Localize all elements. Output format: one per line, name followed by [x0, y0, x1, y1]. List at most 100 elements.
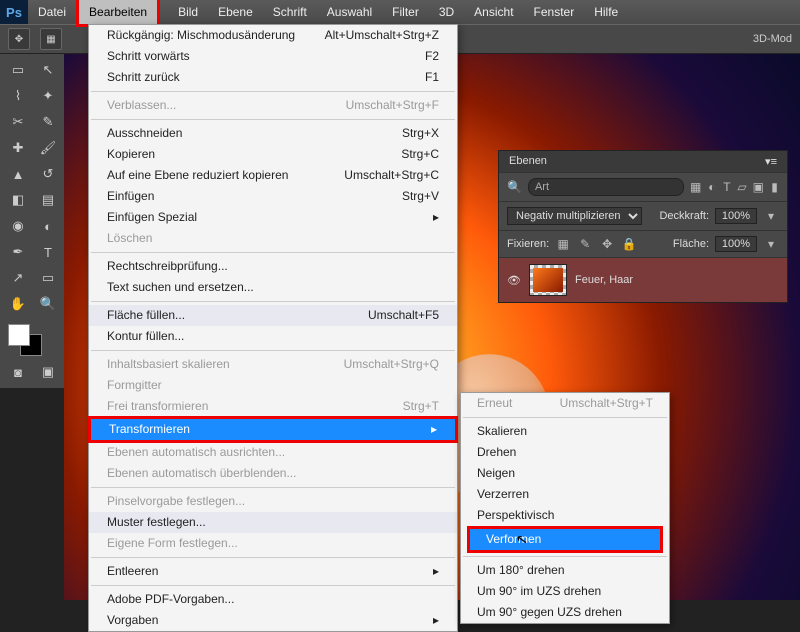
- menu-hilfe[interactable]: Hilfe: [584, 0, 628, 24]
- color-swatches[interactable]: [4, 322, 62, 358]
- filter-image-icon[interactable]: ▦: [690, 179, 701, 195]
- filter-type-icon[interactable]: T: [722, 179, 731, 195]
- menu-item-formgitter: Formgitter: [89, 375, 457, 396]
- transform-submenu: ErneutUmschalt+Strg+T SkalierenDrehenNeig…: [460, 392, 670, 624]
- menu-item-ausschneiden[interactable]: AusschneidenStrg+X: [89, 123, 457, 144]
- wand-tool[interactable]: ✦: [34, 84, 62, 108]
- menu-item-r-ckg-ngig-mischmodus-nderung[interactable]: Rückgängig: MischmodusänderungAlt+Umscha…: [89, 25, 457, 46]
- menu-item-ebenen-automatisch-ausrichten: Ebenen automatisch ausrichten...: [89, 442, 457, 463]
- menu-item-schritt-vorw-rts[interactable]: Schritt vorwärtsF2: [89, 46, 457, 67]
- filter-shape-icon[interactable]: ▱: [737, 179, 746, 195]
- visibility-icon[interactable]: 👁: [507, 274, 521, 287]
- move-tool-icon[interactable]: ✥: [8, 28, 30, 50]
- lock-brush-icon[interactable]: ✎: [577, 236, 593, 252]
- lasso-tool[interactable]: ⌇: [4, 84, 32, 108]
- menu-item-fl-che-f-llen[interactable]: Fläche füllen...Umschalt+F5: [89, 305, 457, 326]
- heal-tool[interactable]: ✚: [4, 136, 32, 160]
- menu-item-entleeren[interactable]: Entleeren ▸: [89, 561, 457, 582]
- lock-move-icon[interactable]: ✥: [599, 236, 615, 252]
- menu-item-rechtschreibpr-fung[interactable]: Rechtschreibprüfung...: [89, 256, 457, 277]
- submenu-item-drehen[interactable]: Drehen: [461, 442, 669, 463]
- type-tool[interactable]: T: [34, 240, 62, 264]
- menu-datei[interactable]: Datei: [28, 0, 76, 24]
- menu-item-einf-gen-spezial[interactable]: Einfügen Spezial ▸: [89, 207, 457, 228]
- menu-item-inhaltsbasiert-skalieren: Inhaltsbasiert skalierenUmschalt+Strg+Q: [89, 354, 457, 375]
- filter-adjust-icon[interactable]: ◐: [707, 179, 716, 195]
- pen-tool[interactable]: ✒: [4, 240, 32, 264]
- submenu-item-verformen[interactable]: Verformen: [470, 529, 660, 550]
- layer-thumbnail[interactable]: [529, 264, 567, 296]
- menu-item-pinselvorgabe-festlegen: Pinselvorgabe festlegen...: [89, 491, 457, 512]
- opacity-value[interactable]: 100%: [715, 208, 757, 224]
- menu-item-transformieren[interactable]: Transformieren ▸: [91, 419, 455, 440]
- shape-tool[interactable]: ▭: [34, 266, 62, 290]
- menu-ansicht[interactable]: Ansicht: [464, 0, 523, 24]
- eyedropper-tool[interactable]: ✎: [34, 110, 62, 134]
- menu-item-eigene-form-festlegen: Eigene Form festlegen...: [89, 533, 457, 554]
- hand-tool[interactable]: ✋: [4, 292, 32, 316]
- menu-auswahl[interactable]: Auswahl: [317, 0, 382, 24]
- lock-label: Fixieren:: [507, 238, 549, 250]
- fill-label: Fläche:: [673, 238, 709, 250]
- menubar: Ps DateiBearbeitenBildEbeneSchriftAuswah…: [0, 0, 800, 24]
- search-icon: 🔍: [507, 179, 522, 195]
- brush-tool[interactable]: 🖌: [34, 136, 62, 160]
- filter-toggle-icon[interactable]: ▮: [770, 179, 779, 195]
- fill-value[interactable]: 100%: [715, 236, 757, 252]
- menu-item-kopieren[interactable]: KopierenStrg+C: [89, 144, 457, 165]
- menu-bild[interactable]: Bild: [168, 0, 208, 24]
- submenu-item-um-90-im-uzs-drehen[interactable]: Um 90° im UZS drehen: [461, 581, 669, 602]
- move-tool[interactable]: ↖: [34, 58, 62, 82]
- chevron-down-icon[interactable]: ▾: [763, 208, 779, 224]
- panel-menu-icon[interactable]: ▾≡: [765, 155, 777, 168]
- submenu-item-um-180-drehen[interactable]: Um 180° drehen: [461, 560, 669, 581]
- menu-item-auf-eine-ebene-reduziert-kopieren[interactable]: Auf eine Ebene reduziert kopierenUmschal…: [89, 165, 457, 186]
- submenu-item-perspektivisch[interactable]: Perspektivisch: [461, 505, 669, 526]
- zoom-tool[interactable]: 🔍: [34, 292, 62, 316]
- layer-row[interactable]: 👁 Feuer, Haar: [499, 257, 787, 302]
- submenu-item-skalieren[interactable]: Skalieren: [461, 421, 669, 442]
- blend-mode-select[interactable]: Negativ multiplizieren: [507, 207, 642, 225]
- mask-mode[interactable]: ◙: [4, 360, 32, 384]
- options-icon[interactable]: ▦: [40, 28, 62, 50]
- menu-item-einf-gen[interactable]: EinfügenStrg+V: [89, 186, 457, 207]
- menu-item-text-suchen-und-ersetzen[interactable]: Text suchen und ersetzen...: [89, 277, 457, 298]
- menu-filter[interactable]: Filter: [382, 0, 429, 24]
- opacity-label: Deckkraft:: [659, 210, 709, 222]
- menu-item-frei-transformieren: Frei transformierenStrg+T: [89, 396, 457, 417]
- menu-item-verblassen: Verblassen...Umschalt+Strg+F: [89, 95, 457, 116]
- menu-3d[interactable]: 3D: [429, 0, 464, 24]
- submenu-item-um-90-gegen-uzs-drehen[interactable]: Um 90° gegen UZS drehen: [461, 602, 669, 623]
- blur-tool[interactable]: ◉: [4, 214, 32, 238]
- submenu-item-verzerren[interactable]: Verzerren: [461, 484, 669, 505]
- screen-mode[interactable]: ▣: [34, 360, 62, 384]
- layer-name[interactable]: Feuer, Haar: [575, 274, 633, 286]
- menu-schrift[interactable]: Schrift: [263, 0, 317, 24]
- menu-fenster[interactable]: Fenster: [524, 0, 585, 24]
- chevron-down-icon[interactable]: ▾: [763, 236, 779, 252]
- menu-item-kontur-f-llen[interactable]: Kontur füllen...: [89, 326, 457, 347]
- filter-smart-icon[interactable]: ▣: [753, 179, 764, 195]
- foreground-color[interactable]: [8, 324, 30, 346]
- submenu-item-neigen[interactable]: Neigen: [461, 463, 669, 484]
- menu-item-vorgaben[interactable]: Vorgaben ▸: [89, 610, 457, 631]
- stamp-tool[interactable]: ▲: [4, 162, 32, 186]
- menu-ebene[interactable]: Ebene: [208, 0, 263, 24]
- layer-filter-input[interactable]: [528, 178, 684, 196]
- dodge-tool[interactable]: ◐: [34, 214, 62, 238]
- history-tool[interactable]: ↺: [34, 162, 62, 186]
- eraser-tool[interactable]: ◧: [4, 188, 32, 212]
- gradient-tool[interactable]: ▤: [34, 188, 62, 212]
- menu-item-ebenen-automatisch-berblenden: Ebenen automatisch überblenden...: [89, 463, 457, 484]
- submenu-item-erneut: ErneutUmschalt+Strg+T: [461, 393, 669, 414]
- menu-item-l-schen: Löschen: [89, 228, 457, 249]
- menu-item-muster-festlegen[interactable]: Muster festlegen...: [89, 512, 457, 533]
- panel-title[interactable]: Ebenen: [509, 155, 547, 168]
- menu-item-schritt-zur-ck[interactable]: Schritt zurückF1: [89, 67, 457, 88]
- lock-pixels-icon[interactable]: ▦: [555, 236, 571, 252]
- menu-bearbeiten[interactable]: Bearbeiten: [76, 0, 160, 27]
- marquee-tool[interactable]: ▭: [4, 58, 32, 82]
- path-tool[interactable]: ↗: [4, 266, 32, 290]
- lock-all-icon[interactable]: 🔒: [621, 236, 637, 252]
- crop-tool[interactable]: ✂: [4, 110, 32, 134]
